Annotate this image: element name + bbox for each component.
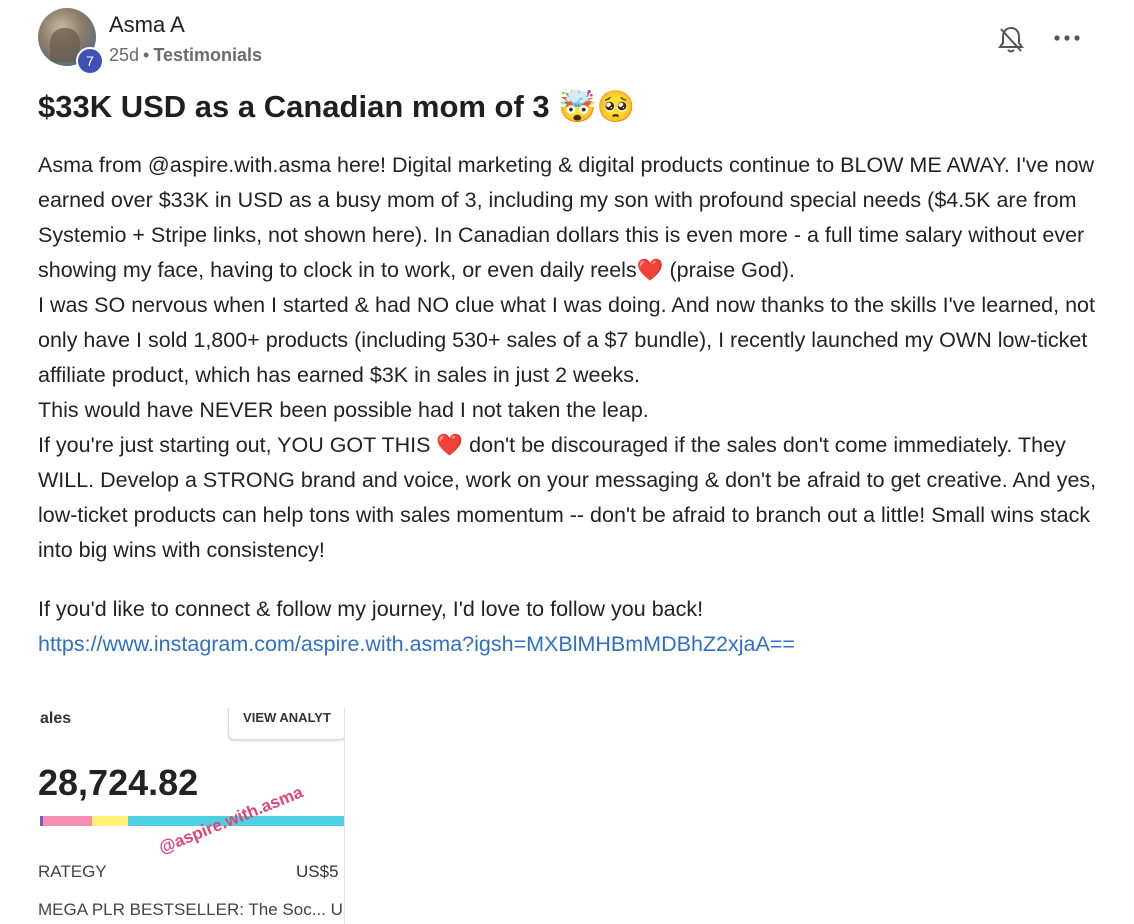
paragraph-1-text: Asma from @aspire.with.asma here! Digita… [38,153,1094,282]
more-horizontal-icon[interactable] [1051,28,1083,48]
paragraph-4: If you're just starting out, YOU GOT THI… [38,428,1108,568]
post-title-text: $33K USD as a Canadian mom of 3 [38,89,550,124]
sales-label: ales [40,710,72,727]
post-body: Asma from @aspire.with.asma here! Digita… [38,148,1108,662]
paragraph-4-text: If you're just starting out, YOU GOT THI… [38,433,437,457]
post-title: $33K USD as a Canadian mom of 3 🤯🥺 [38,88,636,125]
product-name: MEGA PLR BESTSELLER: The Soc... US [38,900,345,919]
post-meta: 25d • Testimonials [109,45,262,66]
bar-segment [43,816,92,826]
paragraph-5: If you'd like to connect & follow my jou… [38,597,704,621]
paragraph-3: This would have NEVER been possible had … [38,398,649,422]
post-header: 7 Asma A 25d • Testimonials [38,8,1098,75]
title-emojis: 🤯🥺 [558,89,636,125]
sales-amount: 28,724.82 [38,762,199,803]
view-analytics-button: VIEW ANALYT [228,708,344,740]
instagram-link[interactable]: https://www.instagram.com/aspire.with.as… [38,627,1108,662]
paragraph-1-tail: (praise God). [663,258,795,282]
time-ago: 25d [109,45,140,65]
heart-emoji: ❤️ [636,258,664,283]
price-value: US$5 [296,862,339,881]
bell-off-icon[interactable] [994,22,1028,56]
paragraph-1: Asma from @aspire.with.asma here! Digita… [38,148,1108,288]
bar-segment [92,816,128,826]
strategy-label: RATEGY [38,862,107,881]
author-name[interactable]: Asma A [109,12,185,38]
level-badge: 7 [76,47,104,75]
meta-separator: • [143,45,150,65]
category-link[interactable]: Testimonials [153,45,262,65]
attachment-image[interactable]: ales VIEW ANALYT 28,724.82 @aspire.with.… [38,708,345,924]
heart-emoji: ❤️ [436,433,464,458]
paragraph-2: I was SO nervous when I started & had NO… [38,293,1095,387]
